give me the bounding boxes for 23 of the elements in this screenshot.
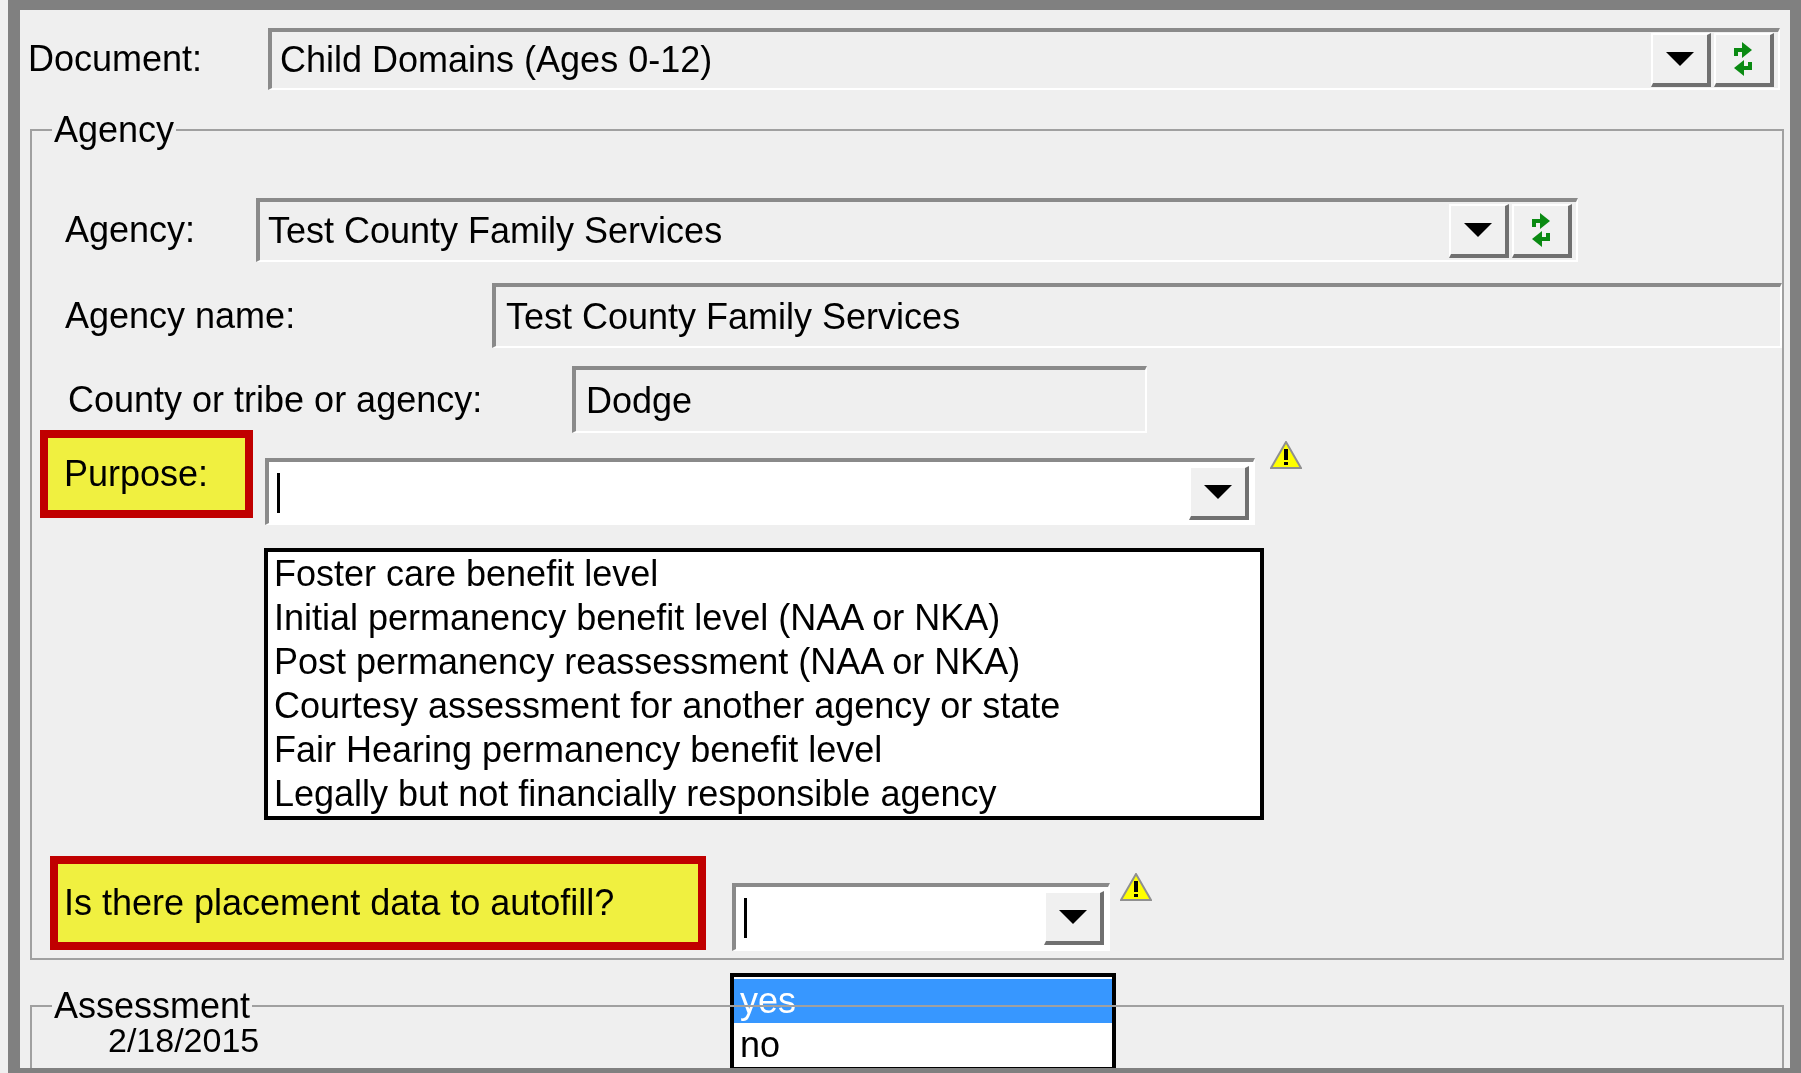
field-label: Agency: (64, 208, 197, 252)
combo-box[interactable]: Child Domains (Ages 0-12) (268, 28, 1780, 90)
text-caret (744, 898, 747, 938)
caret-down-icon (1666, 52, 1694, 66)
field-label: County or tribe or agency: (67, 377, 484, 422)
caret-down-icon (1059, 910, 1087, 924)
refresh-button[interactable] (1512, 204, 1572, 258)
group-title: Agency (53, 110, 176, 150)
field-label: Is there placement data to autofill? (50, 856, 706, 950)
caret-down-icon (1204, 484, 1232, 499)
refresh-button[interactable] (1714, 33, 1774, 87)
text-caret (277, 472, 280, 513)
combo-box[interactable]: Test County Family Services (256, 198, 1578, 262)
dropdown-button[interactable] (1044, 891, 1104, 945)
field-label: Agency name: (64, 293, 297, 338)
dropdown-list[interactable] (264, 548, 1264, 820)
field-label: Purpose: (40, 430, 253, 518)
dropdown-button[interactable] (1651, 33, 1711, 87)
caret-down-icon (1464, 223, 1492, 237)
dropdown-button[interactable] (1189, 465, 1249, 520)
combo-box[interactable] (732, 883, 1110, 951)
field-label: Document: (27, 37, 204, 81)
dropdown-button[interactable] (1449, 204, 1509, 258)
